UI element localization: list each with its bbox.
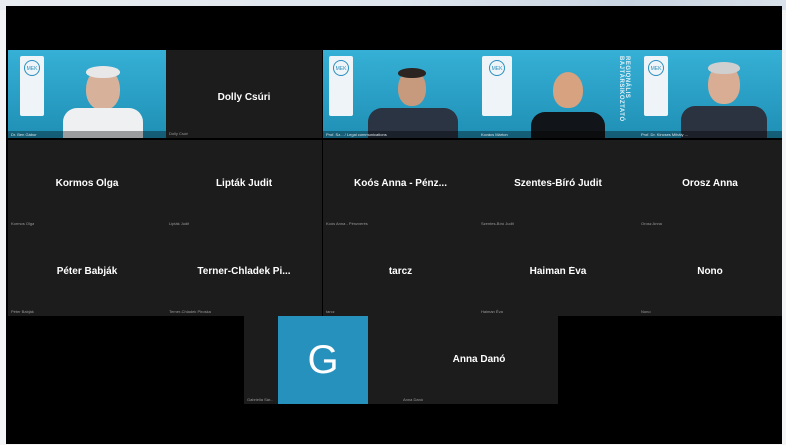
participant-tile[interactable]: tarcz tarcz [323,228,478,316]
logo-icon: MEK [333,60,349,76]
participant-person [363,58,463,138]
participant-tile[interactable]: Anna Danó Anna Danó [400,316,558,404]
participant-name: Szentes-Bíró Judit [514,178,602,189]
rollup-banner: MEK [20,56,44,116]
participant-name: Anna Danó [452,354,506,365]
video-name-bar: Prof. Dr. Kincses Mihály ... [638,131,782,138]
logo-icon: MEK [648,60,664,76]
participant-person [58,58,148,138]
rollup-banner: MEK [329,56,353,116]
rollup-banner: MEK [482,56,512,116]
participant-label: Kormos Olga [11,221,35,226]
gallery-top-area [6,6,782,50]
participant-label: tarcz [326,309,335,314]
participant-label: Lipták Judit [169,221,190,226]
person-hair [398,68,426,78]
participant-tile[interactable]: Kormos Olga Kormos Olga [8,140,166,228]
participant-person [523,58,613,138]
participant-video-tile[interactable]: MEK Prof. Dr. Kincses Mihály ... [638,50,782,138]
participant-tile[interactable]: Szentes-Bíró Judit Szentes-Bíró Judit [478,140,638,228]
participant-name: Kormos Olga [55,178,119,189]
participant-name: Lipták Judit [215,178,273,189]
participant-label: Prof. Sz... / Legal communications [326,132,387,137]
participant-label: Koós Anna - Pénzverés [326,221,368,226]
participant-tile[interactable]: Lipták Judit Lipták Judit [166,140,322,228]
participant-tile[interactable]: Nono Nono [638,228,782,316]
avatar: G [278,316,368,404]
video-name-bar: Prof. Sz... / Legal communications [323,131,478,138]
person-hair [86,66,120,78]
participant-label: Nono [641,309,651,314]
participant-tile[interactable]: Haiman Éva Haiman Éva [478,228,638,316]
rollup-banner: MEK [644,56,668,116]
participant-name: Koós Anna - Pénz... [354,178,447,189]
video-name-bar: Dr. Ben Gábor [8,131,166,138]
participant-label: Anna Danó [403,397,424,402]
banner-text: REGIONÁLIS BAJTÁRSIKOZTATÓ [618,56,630,122]
participant-label: Kovács Márton [481,132,508,137]
person-head [553,72,583,108]
participant-video-tile[interactable]: MEK Dr. Ben Gábor [8,50,166,138]
participant-tile[interactable]: Dolly Csúri Dolly Csúri [166,50,322,138]
participant-tile[interactable]: Orosz Anna Orosz Anna [638,140,782,228]
logo-icon: MEK [489,60,505,76]
participant-tile[interactable]: Terner-Chladek Pi... Terner-Chladek Piro… [166,228,322,316]
participant-name: Nono [697,266,723,277]
participant-label: Szentes-Bíró Judit [481,221,514,226]
participant-person [673,58,773,138]
participant-tile[interactable]: Koós Anna - Pénz... Koós Anna - Pénzveré… [323,140,478,228]
participant-label: Orosz Anna [641,221,662,226]
person-hair [708,62,740,74]
video-name-bar: Kovács Márton [478,131,638,138]
participant-name: Péter Babják [56,266,118,277]
participant-label: Dr. Ben Gábor [11,132,37,137]
participant-label: Terner-Chladek Piroska [169,309,211,314]
participant-video-tile[interactable]: MEK Prof. Sz... / Legal communications [323,50,478,138]
participant-video-tile[interactable]: MEK REGIONÁLIS BAJTÁRSIKOZTATÓ Kovács Má… [478,50,638,138]
participant-label: Gabriella Sár... [247,397,274,402]
participant-name: Dolly Csúri [217,92,271,103]
participant-name: Terner-Chladek Pi... [197,266,291,277]
participant-name: Haiman Éva [529,266,587,277]
participant-tile[interactable]: Péter Babják Péter Babják [8,228,166,316]
participant-name: tarcz [388,266,413,277]
participant-label: Prof. Dr. Kincses Mihály ... [641,132,688,137]
participant-name: Orosz Anna [682,178,738,189]
participant-label: Péter Babják [11,309,34,314]
participant-label: Haiman Éva [481,309,503,314]
participant-label: Dolly Csúri [169,131,189,136]
logo-icon: MEK [24,60,40,76]
